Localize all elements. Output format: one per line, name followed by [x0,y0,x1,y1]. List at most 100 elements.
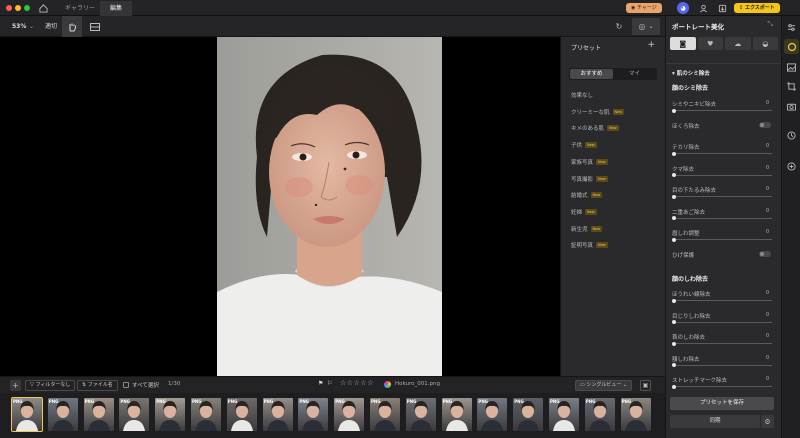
body-mode-icon[interactable]: ♥ [697,37,723,50]
color-label-icon[interactable] [384,381,391,388]
adjustment-slider[interactable] [672,341,772,346]
preset-item[interactable]: クリーミーな肌 New [571,108,625,116]
account-icon[interactable] [697,2,709,14]
adjustment-value[interactable]: 0 [766,143,769,149]
camera-icon[interactable] [785,100,798,113]
slider-knob[interactable] [672,341,676,346]
hair-mode-icon[interactable]: ☁ [725,37,751,50]
thumbnail[interactable]: PNG [370,398,400,431]
thumbnail[interactable]: PNG [83,398,114,431]
zoom-dropdown-icon[interactable]: ⌄ [29,16,34,37]
discord-icon[interactable]: ◕ [677,2,689,14]
thumbnail[interactable]: PNG [549,398,579,431]
preset-item[interactable]: 妊婦 New [571,208,597,216]
adjustment-slider[interactable] [672,363,772,367]
add-preset-button[interactable]: + [647,40,655,50]
panel-toggle-icon[interactable]: ▣ [640,380,651,391]
slider-knob[interactable] [672,298,676,303]
thumbnail[interactable]: PNG [334,398,365,431]
adjustment-slider[interactable] [672,108,772,113]
adjustment-toggle[interactable] [759,251,771,257]
preset-item[interactable]: 結婚式 New [571,191,603,199]
preset-item[interactable]: 証明写真 New [571,241,608,249]
face-mode-icon[interactable]: ◙ [670,37,696,50]
sliders-icon[interactable] [785,21,798,34]
collapse-icon[interactable]: ⤡ [767,20,773,29]
adjustment-value[interactable]: 0 [766,100,769,106]
minimize-window-button[interactable] [15,5,21,11]
preset-item[interactable]: 効果なし [571,91,593,99]
slider-knob[interactable] [672,320,676,324]
portrait-beauty-icon[interactable] [784,39,799,54]
preset-item[interactable]: キメのある肌 New [571,124,619,132]
flag-icon[interactable]: ⚑ [318,380,323,387]
adjustment-value[interactable]: 0 [766,165,769,171]
reject-flag-icon[interactable]: ⚐ [327,380,332,387]
thumbnail[interactable]: PNG [262,398,293,431]
slider-knob[interactable] [672,173,676,177]
add-image-icon[interactable]: + [10,380,21,391]
undo-icon[interactable]: ↻ [612,20,626,33]
image-adjust-icon[interactable] [785,61,798,74]
home-icon[interactable] [37,2,49,14]
slider-knob[interactable] [672,108,676,113]
slider-knob[interactable] [672,363,676,367]
thumbnail[interactable]: PNG [47,398,78,431]
preset-item[interactable]: 子供 New [571,141,597,149]
tab-gallery[interactable]: ギャラリー [55,1,105,16]
section-header[interactable]: ▾ 肌のシミ除去 [672,69,710,77]
adjustment-value[interactable]: 0 [766,229,769,235]
crop-icon[interactable] [785,80,798,93]
adjustment-slider[interactable] [672,216,772,220]
thumbnail[interactable]: PNG [155,398,186,431]
adjustment-value[interactable]: 0 [766,186,769,192]
thumbnail[interactable]: PNG [298,398,329,431]
view-mode-dropdown[interactable]: ▭ シングルビュー ⌄ [575,380,633,391]
preset-item[interactable]: 写真撮影 New [571,175,608,183]
adjustment-value[interactable]: 0 [766,290,769,296]
adjustment-slider[interactable] [672,173,772,177]
adjustment-value[interactable]: 0 [766,208,769,214]
star-rating[interactable]: ☆☆☆☆☆ [340,379,374,387]
adjustment-slider[interactable] [672,237,772,242]
sort-filename-button[interactable]: ⇅ ファイル名 [77,380,118,391]
mask-mode-dropdown[interactable]: ◎ ⌄ [632,18,660,35]
slider-knob[interactable] [672,151,676,156]
adjustment-slider[interactable] [672,320,772,324]
adjustment-value[interactable]: 0 [766,355,769,361]
export-button[interactable]: ⇪ エクスポート [734,3,780,13]
thumbnail[interactable]: PNG [119,398,150,431]
tab-recommended[interactable]: おすすめ [570,69,613,79]
compare-view-icon[interactable] [88,20,102,33]
portrait-photo[interactable] [217,37,442,376]
slider-knob[interactable] [672,216,676,220]
thumbnail[interactable]: PNG [441,398,472,431]
close-window-button[interactable] [6,5,12,11]
select-all-checkbox[interactable] [123,382,129,388]
zoom-level[interactable]: 53% [12,16,26,37]
sync-settings-gear-icon[interactable]: ⚙ [761,415,774,428]
adjustment-toggle[interactable] [759,122,771,128]
thumbnail[interactable]: PNG [584,398,615,431]
adjustment-slider[interactable] [672,298,772,303]
adjustment-slider[interactable] [672,384,772,389]
preset-item[interactable]: 家族写真 New [571,158,608,166]
slider-knob[interactable] [672,237,676,242]
fit-button[interactable]: 適切 [45,16,57,37]
thumbnail[interactable]: PNG [405,398,436,431]
hand-tool-icon[interactable] [62,16,82,37]
tab-edit[interactable]: 編集 [100,1,133,16]
thumbnail[interactable]: PNG [226,398,257,431]
adjustment-slider[interactable] [672,151,772,156]
save-preset-button[interactable]: プリセットを保存 [670,397,774,410]
download-icon[interactable] [716,2,728,14]
adjustment-slider[interactable] [672,194,772,199]
select-all-label[interactable]: すべて選択 [132,381,159,389]
thumbnail[interactable]: PNG [191,398,221,431]
makeup-mode-icon[interactable]: ◒ [752,37,778,50]
thumbnail[interactable]: PNG [620,398,651,431]
tab-mine[interactable]: マイ [613,69,656,79]
sync-button[interactable]: 同期 [670,415,760,428]
maximize-window-button[interactable] [24,5,30,11]
thumbnail[interactable]: PNG [477,398,508,431]
